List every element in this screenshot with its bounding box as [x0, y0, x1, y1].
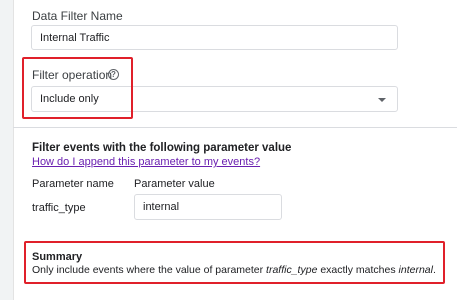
- summary-suffix: .: [432, 264, 436, 276]
- summary-title: Summary: [32, 251, 83, 263]
- parameter-value-header: Parameter value: [134, 178, 215, 190]
- summary-middle: exactly matches: [317, 264, 399, 276]
- append-parameter-help-link[interactable]: How do I append this parameter to my eve…: [32, 156, 260, 168]
- parameter-name-header: Parameter name: [32, 178, 114, 190]
- parameter-section-heading: Filter events with the following paramet…: [32, 142, 292, 154]
- filter-name-label: Data Filter Name: [32, 9, 123, 23]
- filter-operation-value: Include only: [40, 93, 99, 105]
- filter-name-input[interactable]: [31, 25, 398, 50]
- section-divider: [13, 127, 457, 128]
- summary-param: traffic_type: [266, 264, 318, 276]
- parameter-value-input[interactable]: [134, 194, 282, 220]
- parameter-name-value: traffic_type: [32, 202, 86, 214]
- summary-prefix: Only include events where the value of p…: [32, 264, 267, 276]
- filter-operation-label: Filter operation: [32, 68, 113, 82]
- help-circle-icon[interactable]: ?: [108, 69, 119, 80]
- caret-down-icon: [378, 98, 386, 102]
- summary-value: internal: [398, 264, 433, 276]
- filter-operation-select[interactable]: Include only: [31, 86, 398, 112]
- summary-text: Only include events where the value of p…: [32, 264, 436, 276]
